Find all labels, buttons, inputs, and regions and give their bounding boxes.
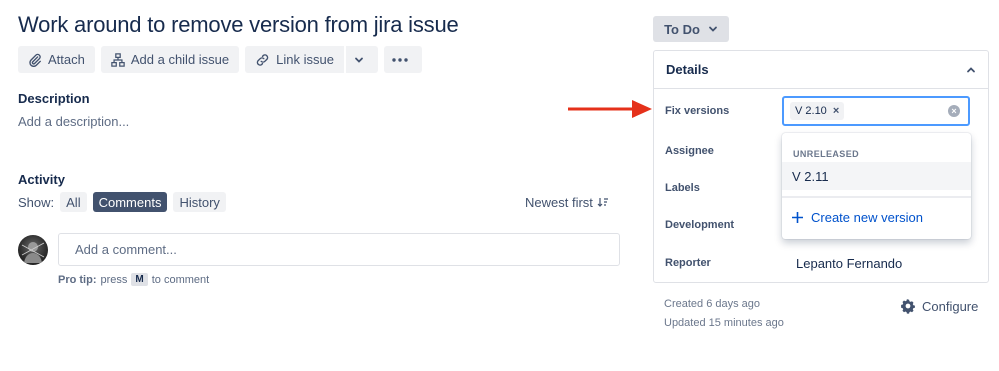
more-actions-button[interactable] bbox=[383, 46, 422, 73]
reporter-value[interactable]: Lepanto Fernando bbox=[796, 256, 902, 271]
pro-tip: Pro tip: press M to comment bbox=[58, 273, 209, 286]
labels-label: Labels bbox=[665, 182, 700, 194]
attach-button[interactable]: Attach bbox=[18, 46, 95, 73]
show-label: Show: bbox=[18, 194, 55, 210]
pro-tip-prefix: Pro tip: bbox=[58, 273, 97, 286]
pro-tip-suffix: to comment bbox=[151, 273, 210, 286]
more-icon bbox=[392, 57, 408, 62]
filter-history[interactable]: History bbox=[173, 192, 226, 212]
updated-timestamp: Updated 15 minutes ago bbox=[664, 317, 784, 329]
hierarchy-icon bbox=[111, 52, 125, 67]
configure-label: Configure bbox=[922, 298, 979, 314]
link-icon bbox=[256, 53, 269, 66]
assignee-label: Assignee bbox=[665, 145, 714, 157]
link-issue-label: Link issue bbox=[276, 52, 334, 67]
chevron-down-icon bbox=[709, 26, 717, 32]
sort-order-label: Newest first bbox=[525, 195, 593, 210]
status-button[interactable]: To Do bbox=[653, 16, 729, 42]
dropdown-option-version[interactable]: V 2.11 bbox=[782, 162, 971, 190]
created-timestamp: Created 6 days ago bbox=[664, 298, 761, 310]
pro-tip-text: press bbox=[100, 273, 128, 286]
avatar bbox=[18, 235, 48, 265]
version-tag: V 2.10 × bbox=[790, 102, 845, 120]
reporter-label: Reporter bbox=[665, 257, 711, 269]
dropdown-divider bbox=[782, 196, 971, 198]
issue-toolbar: Attach Add a child issue Link issue bbox=[18, 46, 422, 73]
fix-versions-label: Fix versions bbox=[665, 105, 730, 117]
annotation-arrow-icon bbox=[568, 100, 652, 118]
activity-heading: Activity bbox=[18, 172, 65, 187]
fix-versions-dropdown: UNRELEASED V 2.11 Create new version bbox=[782, 133, 971, 239]
details-header[interactable]: Details bbox=[654, 51, 988, 89]
remove-version-icon[interactable]: × bbox=[833, 105, 839, 117]
paperclip-icon bbox=[29, 53, 41, 67]
link-issue-button[interactable]: Link issue bbox=[245, 46, 344, 73]
comment-input[interactable]: Add a comment... bbox=[58, 233, 620, 266]
fix-versions-input[interactable]: V 2.10 × × bbox=[782, 96, 970, 126]
dropdown-group-heading: UNRELEASED bbox=[793, 149, 860, 159]
attach-label: Attach bbox=[48, 52, 85, 67]
gear-icon bbox=[901, 299, 915, 314]
create-new-version-button[interactable]: Create new version bbox=[792, 210, 923, 225]
create-new-version-label: Create new version bbox=[811, 210, 923, 225]
details-heading: Details bbox=[666, 62, 709, 77]
activity-filter-bar: Show: All Comments History bbox=[18, 192, 226, 212]
configure-button[interactable]: Configure bbox=[900, 298, 978, 314]
description-input[interactable]: Add a description... bbox=[18, 114, 129, 129]
filter-all[interactable]: All bbox=[60, 192, 87, 212]
chevron-up-icon bbox=[967, 66, 975, 72]
chevron-down-icon bbox=[355, 57, 363, 63]
link-issue-dropdown-button[interactable] bbox=[344, 46, 378, 73]
keyboard-shortcut-m: M bbox=[131, 273, 148, 286]
issue-title[interactable]: Work around to remove version from jira … bbox=[18, 12, 459, 38]
filter-comments[interactable]: Comments bbox=[92, 192, 168, 212]
sort-order-button[interactable]: Newest first bbox=[525, 195, 609, 210]
add-child-issue-button[interactable]: Add a child issue bbox=[100, 46, 240, 73]
sort-icon bbox=[597, 198, 608, 207]
development-label: Development bbox=[665, 219, 735, 231]
version-tag-label: V 2.10 bbox=[795, 105, 827, 117]
clear-icon[interactable]: × bbox=[948, 105, 960, 117]
plus-icon bbox=[792, 212, 803, 223]
status-label: To Do bbox=[664, 21, 700, 37]
description-heading: Description bbox=[18, 91, 90, 106]
add-child-label: Add a child issue bbox=[130, 52, 230, 67]
